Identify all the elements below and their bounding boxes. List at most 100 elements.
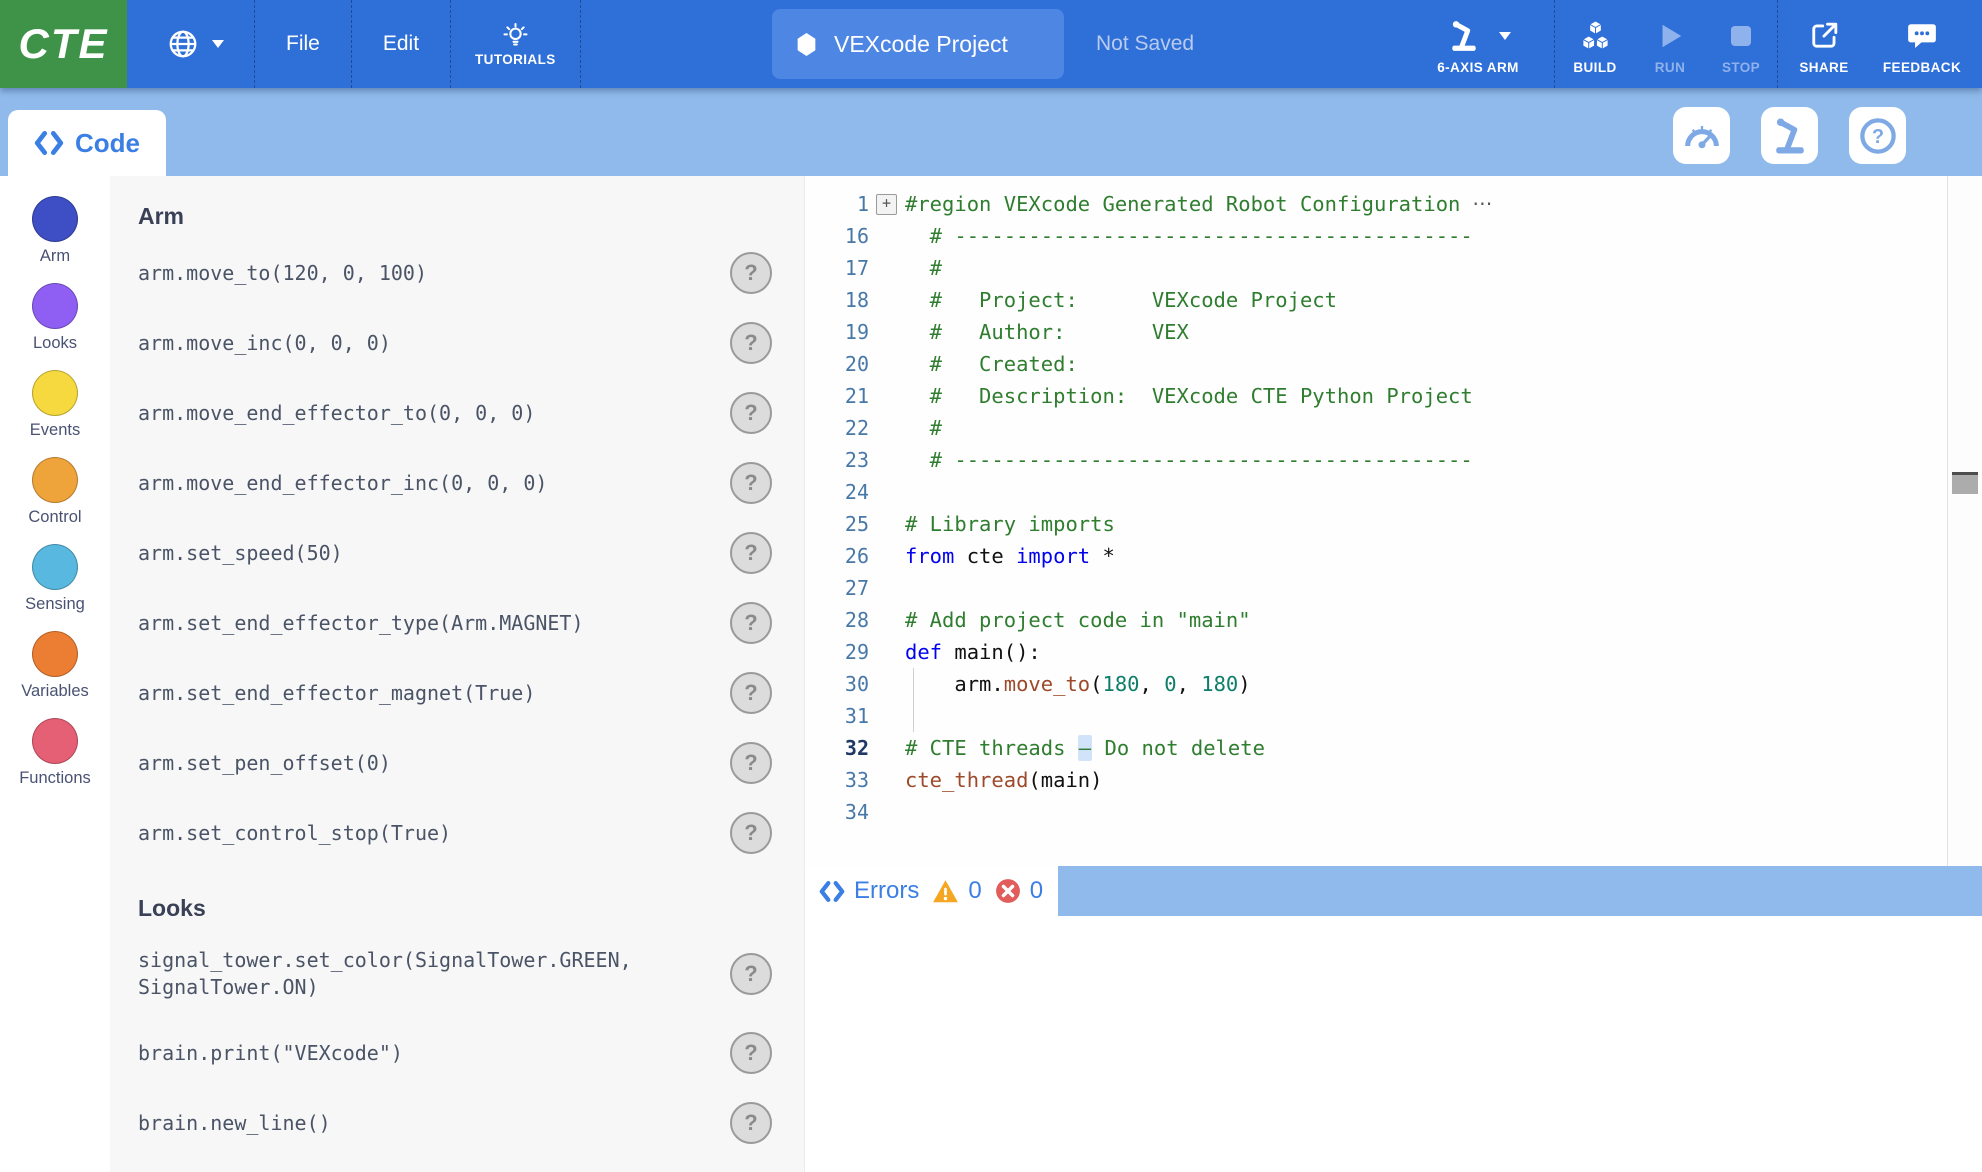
view-buttons: ? [1673,107,1906,164]
command-help-button[interactable]: ? [730,812,772,854]
command-help-button[interactable]: ? [730,392,772,434]
tutorials-button[interactable]: TUTORIALS [451,0,580,88]
category-label: Sensing [25,595,85,614]
palette-command[interactable]: signal_tower.set_color(SignalTower.GREEN… [138,930,804,1018]
folded-region-ellipsis-icon[interactable]: ⋯ [1472,188,1493,220]
editor-line: 32# CTE threads — Do not delete [805,732,1982,764]
sidebar-category-events[interactable]: Events [0,370,110,457]
fold-gutter: + [869,188,905,220]
code-chevrons-icon [34,130,64,156]
robot-arm-icon [1770,116,1810,156]
fold-gutter [869,412,905,444]
line-number: 17 [805,252,869,284]
editor-scrollbar[interactable] [1947,176,1982,866]
editor-line: 22 # [805,412,1982,444]
category-color-dot [32,283,78,329]
command-help-button[interactable]: ? [730,252,772,294]
fold-gutter [869,604,905,636]
share-button[interactable]: SHARE [1778,0,1870,88]
palette-command[interactable]: arm.move_to(120, 0, 100)? [138,238,804,308]
device-selector[interactable]: 6-AXIS ARM [1402,0,1554,88]
command-help-button[interactable]: ? [730,742,772,784]
code-token: 180 [1103,672,1140,696]
palette-command[interactable]: arm.set_speed(50)? [138,518,804,588]
toolbar-actions: 6-AXIS ARM BUILD RUN STOP SHARE [1402,0,1982,88]
category-label: Control [28,508,81,527]
tutorials-label: TUTORIALS [475,52,556,67]
sidebar-category-arm[interactable]: Arm [0,196,110,283]
command-help-button[interactable]: ? [730,953,772,995]
tab-errors[interactable]: Errors 0 0 [805,866,1058,916]
code-editor[interactable]: 1+#region VEXcode Generated Robot Config… [805,176,1982,866]
fold-gutter [869,668,905,700]
code-token: 180 [1201,672,1238,696]
palette-command[interactable]: arm.move_inc(0, 0, 0)? [138,308,804,378]
sidebar-category-variables[interactable]: Variables [0,631,110,718]
file-menu[interactable]: File [255,0,351,88]
palette-command[interactable]: arm.move_end_effector_to(0, 0, 0)? [138,378,804,448]
project-title-box[interactable]: VEXcode Project [772,9,1064,79]
menu-divider [580,0,581,88]
fold-gutter [869,796,905,828]
command-help-button[interactable]: ? [730,462,772,504]
code-token: , [1177,672,1202,696]
palette-command[interactable]: arm.move_end_effector_inc(0, 0, 0)? [138,448,804,518]
code-token: # Created: [905,352,1078,376]
help-button[interactable]: ? [1849,107,1906,164]
dashboard-button[interactable] [1673,107,1730,164]
code-text: from cte import * [905,540,1115,572]
robot-arm-icon [1445,19,1483,53]
code-token: # [905,416,942,440]
top-bar: CTE File Edit TUTORIALS VEXcode Project … [0,0,1982,88]
command-help-button[interactable]: ? [730,1102,772,1144]
code-token: (main) [1028,768,1102,792]
palette-command[interactable]: brain.print("VEXcode")? [138,1018,804,1088]
palette-command-text: arm.set_control_stop(True) [138,820,451,847]
warning-triangle-icon [932,879,959,904]
svg-text:?: ? [1871,125,1883,147]
simulator-button[interactable] [1761,107,1818,164]
fold-toggle-icon[interactable]: + [876,194,897,215]
scrollbar-thumb[interactable] [1952,472,1978,494]
line-number: 23 [805,444,869,476]
command-help-button[interactable]: ? [730,532,772,574]
palette-command[interactable]: arm.set_end_effector_type(Arm.MAGNET)? [138,588,804,658]
command-help-button[interactable]: ? [730,1032,772,1074]
command-help-button[interactable]: ? [730,602,772,644]
palette-command[interactable]: arm.set_pen_offset(0)? [138,728,804,798]
sidebar-category-functions[interactable]: Functions [0,718,110,805]
line-number: 16 [805,220,869,252]
run-button[interactable]: RUN [1635,0,1705,88]
fold-gutter [869,284,905,316]
errors-label: Errors [854,877,919,905]
editor-line: 21 # Description: VEXcode CTE Python Pro… [805,380,1982,412]
line-number: 18 [805,284,869,316]
build-button[interactable]: BUILD [1555,0,1635,88]
code-token: import [1016,544,1090,568]
palette-command[interactable]: arm.set_end_effector_magnet(True)? [138,658,804,728]
editor-line: 23 # -----------------------------------… [805,444,1982,476]
feedback-button[interactable]: FEEDBACK [1870,0,1982,88]
code-text: #region VEXcode Generated Robot Configur… [905,188,1460,220]
sidebar-category-looks[interactable]: Looks [0,283,110,370]
sidebar-category-sensing[interactable]: Sensing [0,544,110,631]
editor-lines: 1+#region VEXcode Generated Robot Config… [805,188,1982,828]
error-cross-icon [995,878,1021,904]
edit-menu[interactable]: Edit [352,0,450,88]
save-status: Not Saved [1096,0,1194,88]
tab-code[interactable]: Code [8,110,166,176]
language-menu[interactable] [127,0,254,88]
palette-command[interactable]: arm.set_control_stop(True)? [138,798,804,868]
sidebar-category-control[interactable]: Control [0,457,110,544]
main-area: ArmLooksEvents Control Sensing VariablesFun… [0,176,1982,1172]
stop-button[interactable]: STOP [1705,0,1777,88]
code-token: # --------------------------------------… [905,448,1473,472]
fold-gutter [869,732,905,764]
code-text: # Project: VEXcode Project [905,284,1337,316]
palette-command-text: arm.move_end_effector_inc(0, 0, 0) [138,470,547,497]
editor-line: 24 [805,476,1982,508]
palette-command[interactable]: brain.new_line()? [138,1088,804,1158]
fold-gutter [869,252,905,284]
command-help-button[interactable]: ? [730,672,772,714]
command-help-button[interactable]: ? [730,322,772,364]
